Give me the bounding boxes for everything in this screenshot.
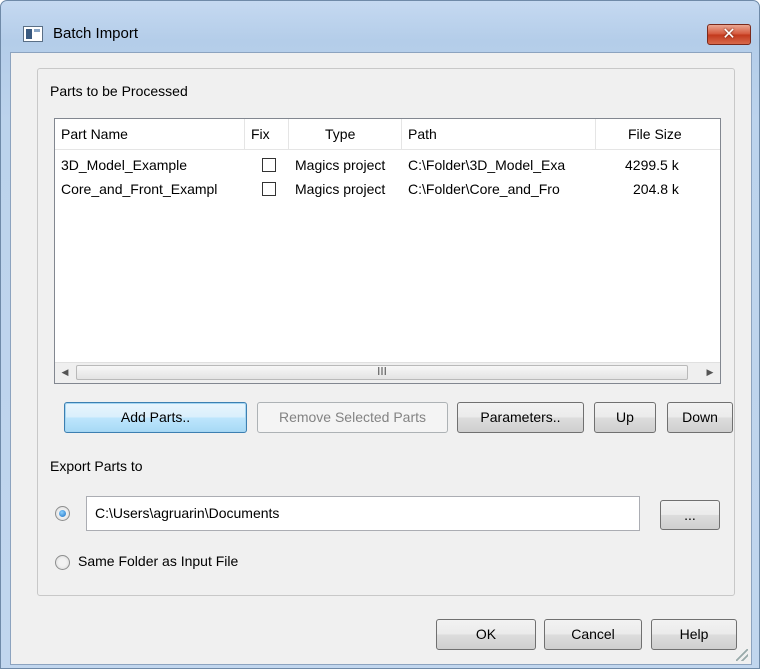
fix-checkbox[interactable] bbox=[262, 182, 276, 196]
parts-group: Parts to be Processed Part Name Fix Type… bbox=[37, 68, 735, 596]
cancel-button[interactable]: Cancel bbox=[544, 619, 642, 650]
fix-checkbox[interactable] bbox=[262, 158, 276, 172]
parameters-button[interactable]: Parameters.. bbox=[457, 402, 584, 433]
part-name-cell: Core_and_Front_Exampl bbox=[61, 181, 218, 197]
scroll-left-icon[interactable]: ◀ bbox=[55, 363, 75, 383]
file-size-cell: 4299.5 k bbox=[625, 157, 679, 173]
column-header-part-name[interactable]: Part Name bbox=[55, 119, 245, 149]
column-header-fix[interactable]: Fix bbox=[245, 119, 289, 149]
scroll-right-icon[interactable]: ▶ bbox=[700, 363, 720, 383]
horizontal-scrollbar[interactable]: ◀ III ▶ bbox=[55, 362, 720, 383]
column-header-file-size[interactable]: File Size bbox=[596, 119, 720, 149]
resize-grip-icon[interactable] bbox=[736, 649, 748, 661]
up-button[interactable]: Up bbox=[594, 402, 656, 433]
column-header-type[interactable]: Type bbox=[289, 119, 402, 149]
export-path-radio[interactable] bbox=[55, 506, 70, 521]
file-size-cell: 204.8 k bbox=[633, 181, 679, 197]
dialog-client-area: Parts to be Processed Part Name Fix Type… bbox=[10, 52, 752, 665]
remove-selected-parts-button[interactable]: Remove Selected Parts bbox=[257, 402, 448, 433]
browse-button[interactable]: ... bbox=[660, 500, 720, 530]
column-header-path[interactable]: Path bbox=[402, 119, 596, 149]
grip-icon: III bbox=[377, 365, 387, 378]
parts-group-label: Parts to be Processed bbox=[50, 83, 188, 99]
same-folder-radio[interactable] bbox=[55, 555, 70, 570]
title-bar[interactable]: Batch Import ✕ bbox=[1, 1, 759, 45]
export-parts-label: Export Parts to bbox=[50, 458, 143, 474]
table-row[interactable]: Core_and_Front_Exampl Magics project C:\… bbox=[55, 177, 720, 201]
export-path-input[interactable]: C:\Users\agruarin\Documents bbox=[86, 496, 640, 531]
close-button[interactable]: ✕ bbox=[707, 24, 751, 45]
path-cell: C:\Folder\3D_Model_Exa bbox=[408, 157, 566, 173]
add-parts-button[interactable]: Add Parts.. bbox=[64, 402, 247, 433]
parts-list[interactable]: Part Name Fix Type Path File Size 3D_Mod… bbox=[54, 118, 721, 384]
type-cell: Magics project bbox=[295, 181, 386, 197]
list-header: Part Name Fix Type Path File Size bbox=[55, 119, 720, 150]
batch-import-window: Batch Import ✕ Parts to be Processed Par… bbox=[0, 0, 760, 669]
table-row[interactable]: 3D_Model_Example Magics project C:\Folde… bbox=[55, 153, 720, 177]
app-icon bbox=[23, 26, 43, 42]
type-cell: Magics project bbox=[295, 157, 386, 173]
window-title: Batch Import bbox=[53, 25, 139, 42]
scrollbar-thumb[interactable]: III bbox=[76, 365, 688, 380]
close-icon: ✕ bbox=[722, 24, 736, 43]
down-button[interactable]: Down bbox=[667, 402, 733, 433]
path-cell: C:\Folder\Core_and_Fro bbox=[408, 181, 560, 197]
help-button[interactable]: Help bbox=[651, 619, 737, 650]
part-name-cell: 3D_Model_Example bbox=[61, 157, 188, 173]
ok-button[interactable]: OK bbox=[436, 619, 536, 650]
same-folder-label[interactable]: Same Folder as Input File bbox=[78, 553, 238, 569]
